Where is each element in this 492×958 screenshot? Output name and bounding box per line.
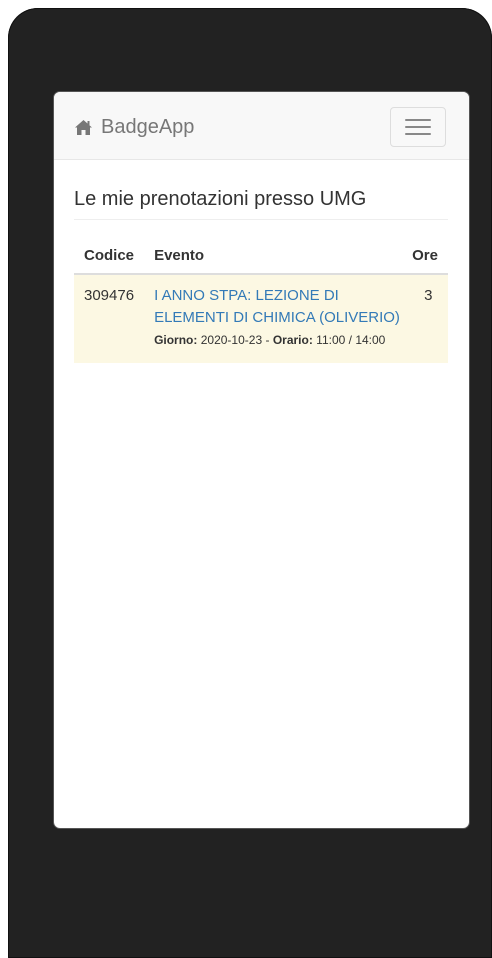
bookings-table: Codice Evento Ore 309476 I ANNO STPA: LE… — [74, 240, 448, 363]
brand-label: BadgeApp — [101, 116, 195, 138]
orario-value: 11:00 / 14:00 — [316, 332, 386, 347]
column-header-codice: Codice — [74, 240, 145, 275]
navbar-toggle-button[interactable] — [390, 107, 446, 147]
details-separator: - — [265, 332, 270, 347]
table-row: 309476 I ANNO STPA: LEZIONE DI ELEMENTI … — [74, 274, 448, 363]
hamburger-icon-bar-2 — [405, 126, 431, 128]
giorno-value: 2020-10-23 — [200, 332, 263, 347]
home-icon — [74, 119, 93, 136]
hamburger-icon-bar-3 — [405, 133, 431, 135]
cell-evento: I ANNO STPA: LEZIONE DI ELEMENTI DI CHIM… — [144, 274, 413, 363]
event-details: Giorno: 2020-10-23 - Orario: 11:00 / 14:… — [154, 330, 402, 351]
page-title: Le mie prenotazioni presso UMG — [74, 160, 448, 220]
column-header-evento: Evento — [144, 240, 413, 275]
column-header-ore: Ore — [412, 240, 448, 275]
cell-codice: 309476 — [74, 274, 145, 363]
navbar: BadgeApp — [54, 92, 469, 160]
event-link[interactable]: I ANNO STPA: LEZIONE DI ELEMENTI DI CHIM… — [154, 287, 400, 326]
giorno-label: Giorno: — [154, 332, 198, 347]
app-screen: BadgeApp Le mie prenotazioni presso UMG … — [54, 92, 469, 828]
hamburger-icon-bar-1 — [405, 119, 431, 121]
table-header-row: Codice Evento Ore — [74, 240, 448, 275]
cell-ore: 3 — [412, 274, 448, 363]
device-frame: BadgeApp Le mie prenotazioni presso UMG … — [8, 8, 492, 958]
orario-label: Orario: — [272, 332, 313, 347]
main-content: Le mie prenotazioni presso UMG Codice Ev… — [74, 160, 448, 363]
brand-link[interactable]: BadgeApp — [74, 116, 194, 139]
